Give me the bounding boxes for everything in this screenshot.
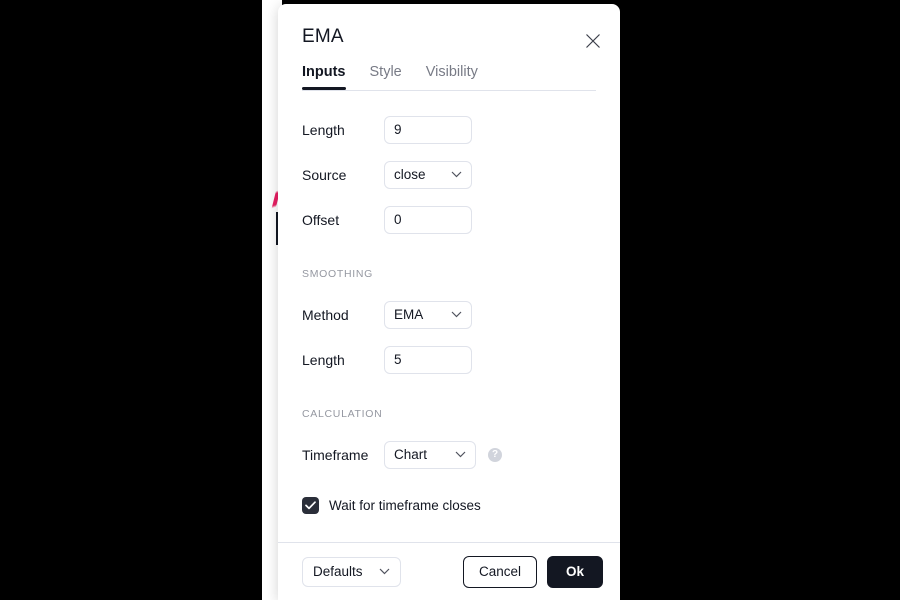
- wait-for-timeframe-closes-checkbox[interactable]: [302, 497, 319, 514]
- indicator-settings-dialog: EMA Inputs Style Visibility Length Sourc…: [278, 4, 620, 600]
- timeframe-select-value: Chart: [394, 447, 428, 462]
- dialog-header: EMA: [278, 4, 620, 48]
- section-smoothing-label: SMOOTHING: [302, 268, 374, 280]
- defaults-button[interactable]: Defaults: [302, 556, 401, 587]
- smoothing-length-input[interactable]: [384, 345, 472, 374]
- chevron-down-icon: [447, 171, 462, 178]
- field-row-smoothing-length: Length: [302, 337, 596, 382]
- dialog-tabs: Inputs Style Visibility: [278, 64, 620, 91]
- length-label: Length: [302, 121, 345, 138]
- close-icon[interactable]: [578, 26, 608, 56]
- offset-input[interactable]: [384, 205, 472, 234]
- method-select-value: EMA: [394, 307, 424, 322]
- field-row-length: Length: [302, 107, 596, 152]
- timeframe-select[interactable]: Chart: [384, 440, 476, 469]
- length-input[interactable]: [384, 115, 472, 144]
- defaults-button-label: Defaults: [313, 564, 363, 579]
- screen: EMA Inputs Style Visibility Length Sourc…: [0, 0, 900, 600]
- dialog-footer: Defaults Cancel Ok: [278, 542, 620, 600]
- field-row-method: Method EMA: [302, 292, 596, 337]
- help-icon[interactable]: ?: [488, 447, 502, 462]
- tabs-divider: [302, 90, 596, 91]
- tab-style[interactable]: Style: [370, 64, 402, 90]
- dialog-title: EMA: [302, 26, 344, 47]
- section-calculation-label: CALCULATION: [302, 408, 383, 420]
- field-row-offset: Offset: [302, 197, 596, 242]
- method-select[interactable]: EMA: [384, 300, 472, 329]
- field-row-source: Source close: [302, 152, 596, 197]
- chevron-down-icon: [451, 451, 466, 458]
- source-label: Source: [302, 166, 347, 183]
- tab-inputs[interactable]: Inputs: [302, 64, 346, 90]
- wait-for-timeframe-closes-label: Wait for timeframe closes: [329, 498, 481, 513]
- ok-button[interactable]: Ok: [546, 555, 603, 588]
- source-select[interactable]: close: [384, 160, 472, 189]
- check-icon: [305, 501, 316, 510]
- source-select-value: close: [394, 167, 426, 182]
- chevron-down-icon: [447, 311, 462, 318]
- tab-visibility[interactable]: Visibility: [426, 64, 478, 90]
- cancel-button[interactable]: Cancel: [462, 555, 537, 588]
- field-row-timeframe: Timeframe Chart ?: [302, 432, 596, 477]
- smoothing-length-label: Length: [302, 351, 345, 368]
- timeframe-label: Timeframe: [302, 446, 369, 463]
- method-label: Method: [302, 306, 349, 323]
- wait-for-timeframe-closes-checkbox-row[interactable]: Wait for timeframe closes: [302, 497, 596, 514]
- offset-label: Offset: [302, 211, 340, 228]
- chevron-down-icon: [375, 568, 390, 575]
- dialog-body: Length Source close Offset SMOO: [278, 91, 620, 542]
